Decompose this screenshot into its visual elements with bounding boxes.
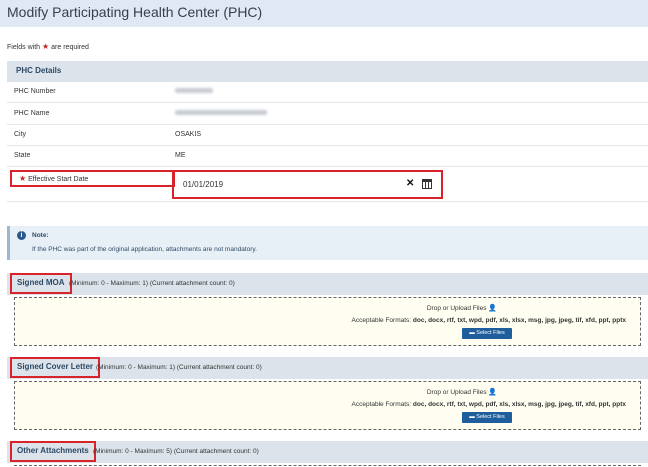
page-header: Modify Participating Health Center (PHC) — [0, 0, 648, 27]
signed-cover-letter-meta: (Minimum: 0 - Maximum: 1) (Current attac… — [96, 364, 262, 371]
phc-name-row: PHC Name — [7, 104, 648, 125]
calendar-icon[interactable] — [422, 179, 432, 189]
city-row: City OSAKIS — [7, 125, 648, 146]
note-text: If the PHC was part of the original appl… — [32, 246, 257, 253]
phc-number-label: PHC Number — [14, 88, 56, 95]
other-attachments-dropzone-edge — [14, 465, 641, 466]
other-attachments-meta: (Minimum: 0 - Maximum: 5) (Current attac… — [93, 448, 259, 455]
star-icon: ★ — [42, 42, 50, 51]
signed-cover-letter-title: Signed Cover Letter — [10, 357, 101, 378]
required-note-suffix: are required — [51, 44, 89, 51]
city-value: OSAKIS — [175, 131, 202, 138]
required-fields-note: Fields with ★ are required — [7, 42, 89, 51]
city-label: City — [14, 131, 27, 138]
phc-name-label: PHC Name — [14, 110, 50, 117]
note-title: Note: — [32, 232, 49, 239]
select-files-button[interactable]: ▬ Select Files — [462, 328, 512, 339]
effective-start-label-highlight: ★ Effective Start Date — [10, 170, 175, 187]
phc-name-value — [175, 110, 267, 117]
other-attachments-title: Other Attachments — [10, 441, 96, 462]
drop-upload-text: Drop or Upload Files 👤 — [426, 305, 497, 312]
note-panel: i Note: If the PHC was part of the origi… — [7, 226, 648, 260]
effective-start-date-value: 01/01/2019 — [183, 180, 224, 189]
signed-moa-meta: (Minimum: 0 - Maximum: 1) (Current attac… — [69, 280, 235, 287]
close-icon[interactable]: ✕ — [406, 178, 414, 189]
upload-icon: 👤 — [488, 389, 497, 396]
phc-number-value — [175, 88, 213, 95]
signed-cover-letter-dropzone[interactable]: Drop or Upload Files 👤 Acceptable Format… — [14, 381, 641, 430]
info-icon: i — [17, 231, 26, 240]
required-note-prefix: Fields with — [7, 44, 41, 51]
signed-cover-letter-header: Signed Cover Letter (Minimum: 0 - Maximu… — [7, 357, 648, 379]
other-attachments-header: Other Attachments (Minimum: 0 - Maximum:… — [7, 441, 648, 463]
acceptable-formats: Acceptable Formats: doc, docx, rtf, txt,… — [351, 401, 627, 408]
acceptable-formats: Acceptable Formats: doc, docx, rtf, txt,… — [351, 317, 627, 324]
effective-start-input-highlight: 01/01/2019 ✕ — [172, 170, 443, 199]
phc-details-header: PHC Details — [7, 61, 648, 82]
state-row: State ME — [7, 146, 648, 167]
drop-upload-text: Drop or Upload Files 👤 — [426, 389, 497, 396]
state-value: ME — [175, 152, 186, 159]
state-label: State — [14, 152, 31, 159]
star-icon: ★ — [19, 174, 27, 183]
phc-details-title: PHC Details — [16, 66, 62, 75]
select-files-button[interactable]: ▬ Select Files — [462, 412, 512, 423]
signed-moa-dropzone[interactable]: Drop or Upload Files 👤 Acceptable Format… — [14, 297, 641, 346]
effective-start-date-input[interactable]: 01/01/2019 ✕ — [178, 175, 436, 194]
upload-icon: 👤 — [488, 305, 497, 312]
phc-number-row: PHC Number — [7, 82, 648, 103]
signed-moa-header: Signed MOA (Minimum: 0 - Maximum: 1) (Cu… — [7, 273, 648, 295]
page-title: Modify Participating Health Center (PHC) — [7, 4, 263, 20]
effective-start-date-row: ★ Effective Start Date 01/01/2019 ✕ — [7, 167, 648, 202]
effective-start-label: ★ Effective Start Date — [19, 174, 89, 183]
signed-moa-title: Signed MOA — [10, 273, 72, 294]
